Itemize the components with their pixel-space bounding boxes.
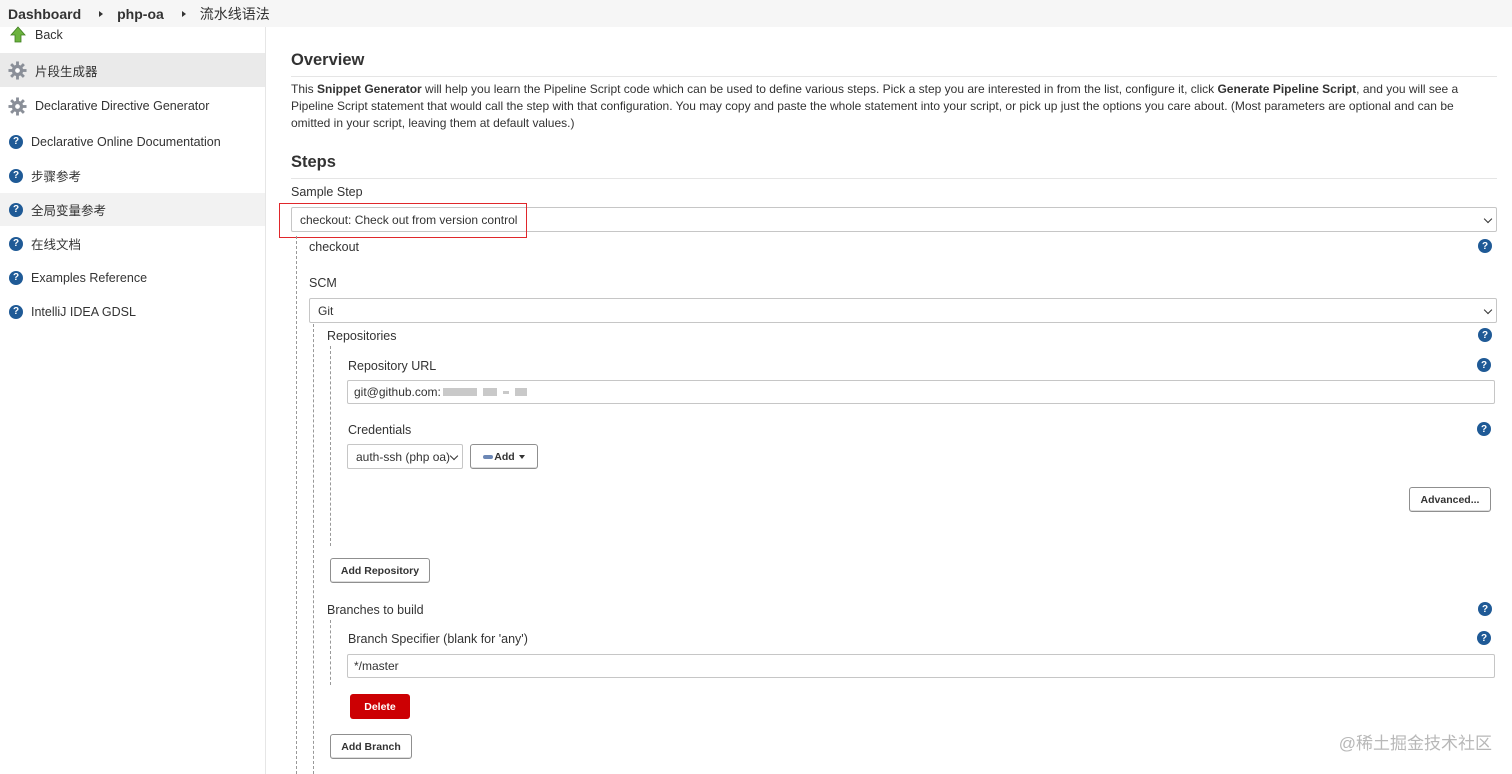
scm-value: Git [318, 303, 334, 318]
back-arrow-icon [9, 26, 27, 44]
sidebar-item-label: Declarative Online Documentation [31, 134, 221, 149]
delete-button[interactable]: Delete [350, 694, 410, 719]
sidebar-item-label: 全局变量参考 [31, 204, 107, 218]
help-icon[interactable]: ? [1477, 422, 1491, 436]
overview-title: Overview [291, 51, 1497, 77]
advanced-button[interactable]: Advanced... [1409, 487, 1491, 512]
sidebar-item-online-documentation[interactable]: ? Declarative Online Documentation [0, 125, 265, 158]
gear-icon [8, 60, 27, 80]
redacted-text [442, 388, 477, 396]
nesting-guide [313, 324, 314, 774]
nesting-guide [330, 346, 331, 546]
repository-url-label: Repository URL [348, 359, 437, 373]
repositories-label: Repositories [327, 329, 397, 343]
credentials-value: auth-ssh (php oa) [356, 449, 451, 464]
redacted-text [502, 390, 509, 394]
sidebar: Back 片段生成器 Declarative Directive Generat… [0, 26, 266, 774]
help-icon[interactable]: ? [1478, 328, 1492, 342]
help-icon: ? [9, 236, 23, 251]
sidebar-item-label: 在线文档 [31, 238, 82, 252]
sidebar-item-global-variables[interactable]: ? 全局变量参考 [0, 193, 265, 226]
help-icon: ? [9, 134, 23, 149]
sidebar-item-step-reference[interactable]: ? 步骤参考 [0, 159, 265, 192]
steps-title: Steps [291, 153, 1497, 179]
gear-icon [8, 96, 27, 116]
watermark: @稀土掘金技术社区 [1338, 734, 1492, 753]
sidebar-item-examples-reference[interactable]: ? Examples Reference [0, 261, 265, 294]
sample-step-label: Sample Step [291, 185, 363, 199]
help-icon[interactable]: ? [1477, 631, 1491, 645]
sidebar-item-label: IntelliJ IDEA GDSL [31, 304, 136, 319]
help-icon[interactable]: ? [1478, 239, 1492, 253]
sidebar-item-online-docs[interactable]: ? 在线文档 [0, 227, 265, 260]
caret-down-icon [518, 454, 525, 459]
branch-specifier-value: */master [354, 659, 399, 673]
sidebar-item-label: Back [35, 28, 63, 42]
sidebar-item-label: Declarative Directive Generator [35, 99, 210, 113]
add-credentials-button[interactable]: Add [470, 444, 538, 469]
highlight-box [279, 203, 527, 238]
scm-select[interactable]: Git [309, 298, 1497, 323]
chevron-down-icon [1483, 305, 1493, 315]
add-branch-button[interactable]: Add Branch [330, 734, 412, 759]
chevron-down-icon [449, 451, 459, 461]
overview-description: This Snippet Generator will help you lea… [291, 82, 1459, 130]
sidebar-item-label: Examples Reference [31, 270, 148, 285]
help-icon: ? [9, 270, 23, 285]
sidebar-item-back[interactable]: Back [0, 18, 265, 52]
help-icon: ? [9, 202, 23, 217]
help-icon: ? [9, 304, 23, 319]
branch-specifier-input[interactable]: */master [347, 654, 1495, 678]
nesting-guide [296, 236, 297, 774]
scm-label: SCM [309, 276, 337, 290]
sidebar-item-directive-generator[interactable]: Declarative Directive Generator [0, 89, 265, 123]
branches-label: Branches to build [327, 603, 424, 617]
nesting-guide [330, 620, 331, 685]
sidebar-item-label: 片段生成器 [35, 64, 98, 79]
branch-specifier-label: Branch Specifier (blank for 'any') [348, 632, 528, 646]
breadcrumb-separator-icon [181, 10, 186, 17]
sidebar-item-snippet-generator[interactable]: 片段生成器 [0, 53, 265, 87]
help-icon[interactable]: ? [1478, 602, 1492, 616]
sidebar-item-label: 步骤参考 [31, 170, 82, 184]
breadcrumb-separator-icon [99, 10, 104, 17]
checkout-label: checkout [309, 240, 360, 254]
credentials-label: Credentials [348, 423, 412, 437]
redacted-text [514, 388, 527, 396]
help-icon: ? [9, 168, 23, 183]
add-repository-button[interactable]: Add Repository [330, 558, 430, 583]
credentials-select[interactable]: auth-ssh (php oa) [347, 444, 463, 469]
add-button-label: Add [494, 450, 515, 463]
help-icon[interactable]: ? [1477, 358, 1491, 372]
sidebar-item-intellij-gdsl[interactable]: ? IntelliJ IDEA GDSL [0, 295, 265, 328]
redacted-text [482, 388, 497, 396]
key-icon [483, 454, 494, 459]
repository-url-value: git@github.com: [354, 385, 441, 399]
chevron-down-icon [1483, 214, 1493, 224]
repository-url-input[interactable]: git@github.com: [347, 380, 1495, 404]
